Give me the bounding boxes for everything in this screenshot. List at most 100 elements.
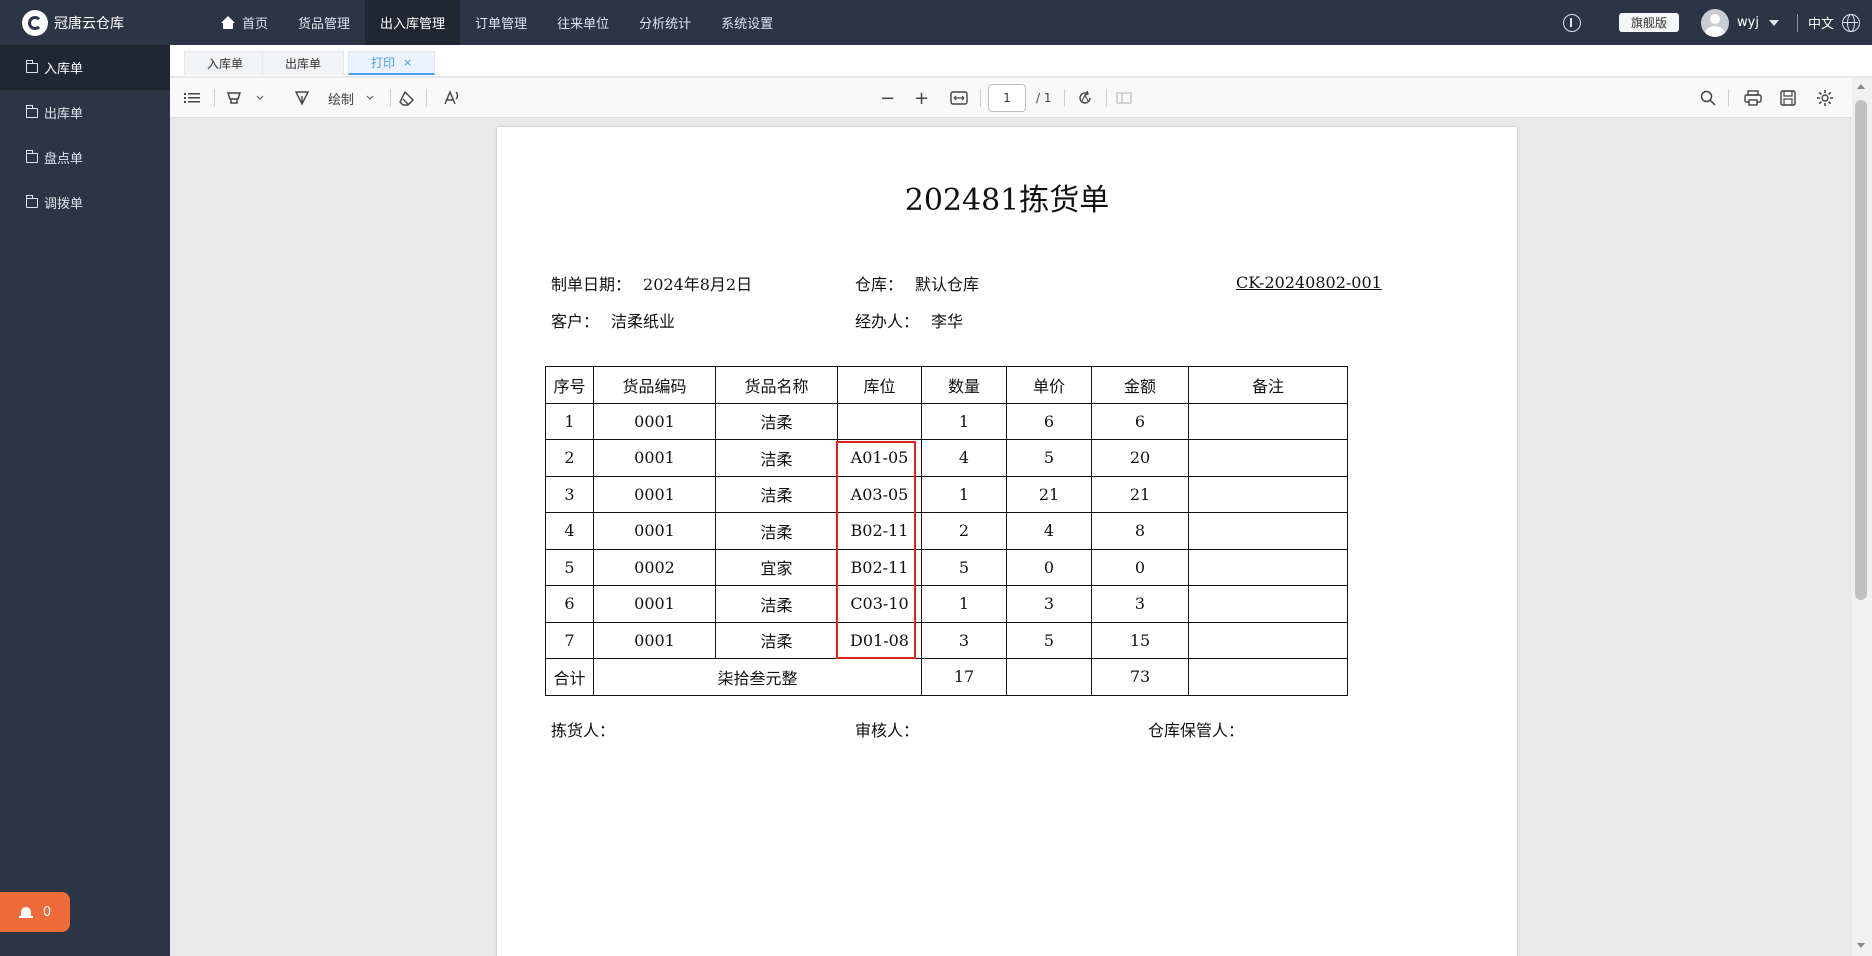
tab-inbound[interactable]: 入库单	[184, 51, 267, 75]
draw-tool-button[interactable]: 绘制	[294, 88, 354, 108]
folder-icon	[26, 149, 38, 163]
alarm-button[interactable]: 0	[0, 892, 70, 932]
folder-icon	[26, 104, 38, 118]
chevron-down-icon[interactable]	[1768, 19, 1779, 26]
nav-goods-label: 货品管理	[298, 17, 351, 32]
table-cell	[1188, 585, 1348, 623]
close-icon[interactable]: ×	[403, 56, 412, 69]
column-header: 数量	[921, 366, 1007, 404]
chevron-down-icon[interactable]	[256, 88, 264, 108]
avatar[interactable]	[1701, 8, 1730, 37]
date-value: 2024年8月2日	[643, 275, 753, 294]
nav-analytics[interactable]: 分析统计	[624, 0, 706, 45]
handler-field: 经办人： 李华	[855, 308, 963, 332]
table-cell	[837, 402, 922, 440]
info-icon[interactable]	[1563, 13, 1582, 32]
language-label[interactable]: 中文	[1808, 13, 1834, 32]
search-icon[interactable]	[1700, 88, 1716, 108]
sidebar-item-label: 入库单	[44, 62, 84, 77]
table-cell: 1	[545, 402, 594, 440]
table-cell: 15	[1091, 621, 1189, 659]
table-cell: 6	[1091, 402, 1189, 440]
keeper-signature: 仓库保管人：	[1148, 721, 1245, 740]
nav-settings[interactable]: 系统设置	[706, 0, 788, 45]
username[interactable]: wyj	[1737, 15, 1759, 30]
total-remark	[1188, 658, 1348, 696]
pdf-viewer[interactable]: 202481拣货单 制单日期： 2024年8月2日 仓库： 默认仓库 CK-2024…	[170, 118, 1852, 956]
nav-orders[interactable]: 订单管理	[460, 0, 542, 45]
tab-label: 出库单	[285, 57, 322, 71]
handler-value: 李华	[931, 312, 964, 331]
logo-icon	[22, 9, 48, 36]
rotate-icon[interactable]	[1076, 88, 1094, 108]
column-header: 库位	[837, 366, 922, 404]
folder-icon	[26, 59, 38, 73]
nav-home[interactable]: 首页	[205, 0, 283, 45]
document-page: 202481拣货单 制单日期： 2024年8月2日 仓库： 默认仓库 CK-2024…	[497, 127, 1517, 956]
globe-icon[interactable]	[1842, 13, 1860, 32]
tab-label: 入库单	[207, 57, 244, 71]
nav-orders-label: 订单管理	[475, 17, 528, 32]
table-cell: 洁柔	[715, 621, 838, 659]
table-cell: 21	[1091, 475, 1189, 513]
table-cell: 3	[545, 475, 594, 513]
nav-partners[interactable]: 往来单位	[542, 0, 624, 45]
scroll-down-icon[interactable]	[1857, 943, 1865, 948]
table-cell: 6	[1006, 402, 1092, 440]
table-cell: 0	[1091, 548, 1189, 586]
save-icon[interactable]	[1780, 88, 1796, 108]
alarm-count: 0	[42, 904, 52, 920]
nav-analytics-label: 分析统计	[639, 17, 692, 32]
table-cell: 5	[1006, 621, 1092, 659]
folder-icon	[26, 194, 38, 208]
table-cell: 0001	[593, 439, 716, 477]
eraser-icon[interactable]	[398, 88, 416, 108]
table-cell: 0001	[593, 585, 716, 623]
page-number-input[interactable]: 1	[988, 84, 1026, 112]
table-cell: 0001	[593, 512, 716, 550]
brand-name: 冠唐云仓库	[54, 15, 124, 32]
document-title: 202481拣货单	[904, 183, 1110, 218]
table-cell: 1	[921, 475, 1007, 513]
total-amount-words: 柒拾叁元整	[593, 658, 922, 696]
scrollbar-thumb[interactable]	[1855, 100, 1867, 600]
nav-home-label: 首页	[242, 17, 269, 32]
warehouse-field: 仓库： 默认仓库	[855, 271, 979, 295]
sidebar-item-transfer[interactable]: 调拨单	[0, 180, 170, 225]
zoom-in-button[interactable]: +	[914, 88, 929, 109]
divider	[426, 89, 427, 107]
table-cell: 0001	[593, 621, 716, 659]
pdf-toolbar: 绘制 − + 1 / 1	[170, 78, 1872, 118]
app-logo[interactable]: 冠唐云仓库	[22, 0, 170, 45]
sidebar-item-stocktake[interactable]: 盘点单	[0, 135, 170, 180]
nav-inout[interactable]: 出入库管理	[365, 0, 461, 45]
gear-icon[interactable]	[1816, 88, 1834, 108]
sidebar-item-label: 盘点单	[44, 152, 84, 167]
sidebar-item-outbound[interactable]: 出库单	[0, 90, 170, 135]
tab-print[interactable]: 打印 ×	[348, 51, 436, 75]
outline-icon[interactable]	[184, 88, 200, 108]
sidebar-item-inbound[interactable]: 入库单	[0, 45, 170, 90]
table-cell	[1188, 475, 1348, 513]
table-cell: 0001	[593, 402, 716, 440]
sidebar-item-label: 出库单	[44, 107, 84, 122]
tab-outbound[interactable]: 出库单	[262, 51, 345, 75]
text-tool-icon[interactable]	[444, 88, 460, 108]
zoom-out-button[interactable]: −	[880, 88, 895, 109]
highlight-tool-icon[interactable]	[226, 88, 242, 108]
print-icon[interactable]	[1744, 88, 1762, 108]
date-label: 制单日期：	[551, 275, 632, 294]
nav-goods[interactable]: 货品管理	[283, 0, 365, 45]
location-highlight-box	[836, 441, 916, 659]
divider	[980, 89, 981, 107]
fit-width-icon[interactable]	[950, 88, 968, 108]
chevron-down-icon[interactable]	[366, 88, 374, 108]
scroll-up-icon[interactable]	[1857, 84, 1865, 89]
nav-settings-label: 系统设置	[721, 17, 774, 32]
table-cell: 3	[1091, 585, 1189, 623]
customer-field: 客户： 洁柔纸业	[551, 308, 675, 332]
table-cell: 8	[1091, 512, 1189, 550]
table-cell	[1188, 548, 1348, 586]
table-cell	[1188, 621, 1348, 659]
page-layout-icon[interactable]	[1116, 88, 1132, 108]
